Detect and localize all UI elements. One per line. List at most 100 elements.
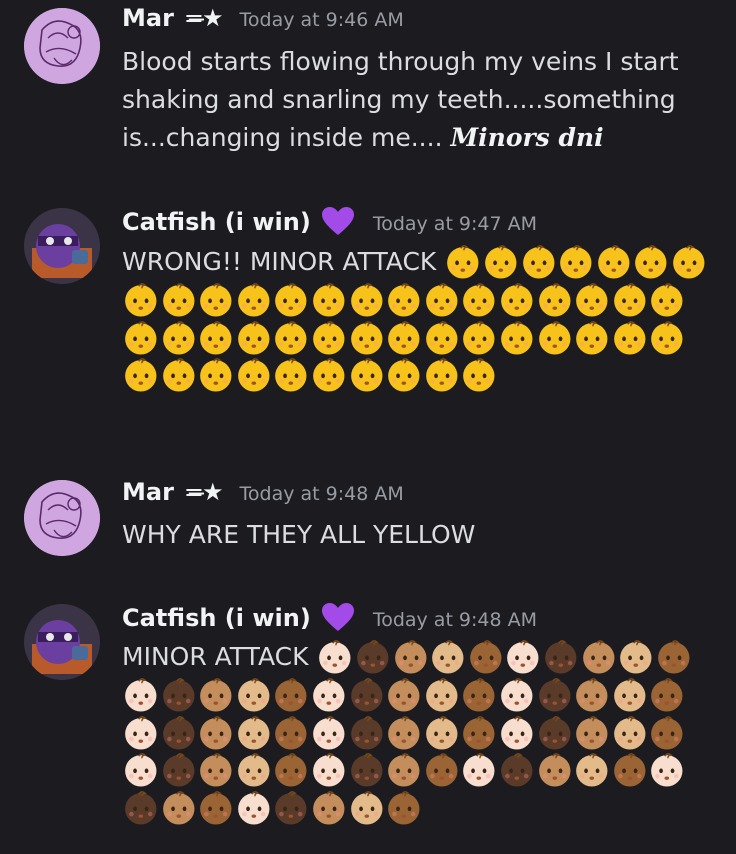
baby-emoji bbox=[272, 714, 310, 752]
message-content: MINOR ATTACK bbox=[122, 638, 722, 826]
baby-emoji bbox=[348, 714, 386, 752]
baby-emoji bbox=[460, 319, 498, 357]
baby-emoji bbox=[197, 789, 235, 827]
baby-emoji bbox=[611, 714, 649, 752]
baby-emoji bbox=[160, 714, 198, 752]
baby-emoji bbox=[160, 356, 198, 394]
baby-emoji bbox=[235, 751, 273, 789]
baby-emoji bbox=[272, 356, 310, 394]
baby-emoji bbox=[536, 751, 574, 789]
baby-emoji bbox=[316, 638, 354, 676]
baby-emoji bbox=[460, 714, 498, 752]
emoji-grid: MINOR ATTACK bbox=[122, 638, 722, 826]
timestamp: Today at 9:47 AM bbox=[372, 213, 538, 235]
baby-emoji bbox=[235, 281, 273, 319]
baby-emoji bbox=[385, 356, 423, 394]
baby-emoji bbox=[160, 319, 198, 357]
baby-emoji bbox=[423, 751, 461, 789]
baby-emoji bbox=[611, 281, 649, 319]
user-avatar[interactable] bbox=[24, 604, 100, 680]
baby-emoji bbox=[197, 319, 235, 357]
baby-emoji bbox=[536, 714, 574, 752]
baby-emoji bbox=[197, 714, 235, 752]
baby-emoji bbox=[235, 714, 273, 752]
baby-emoji bbox=[235, 356, 273, 394]
baby-emoji bbox=[272, 751, 310, 789]
baby-emoji bbox=[423, 714, 461, 752]
baby-emoji bbox=[160, 281, 198, 319]
baby-emoji bbox=[498, 714, 536, 752]
baby-emoji bbox=[272, 281, 310, 319]
baby-emoji bbox=[354, 638, 392, 676]
baby-emoji bbox=[272, 319, 310, 357]
baby-emoji bbox=[310, 789, 348, 827]
username-decoration: =̶★ bbox=[183, 478, 224, 506]
username[interactable]: Mar bbox=[122, 4, 174, 32]
user-avatar[interactable] bbox=[24, 208, 100, 284]
baby-emoji bbox=[498, 281, 536, 319]
message-fancy-text: Minors dni bbox=[450, 123, 604, 152]
baby-emoji bbox=[573, 751, 611, 789]
message-text: WRONG!! MINOR ATTACK bbox=[122, 247, 437, 276]
emoji-grid: WRONG!! MINOR ATTACK bbox=[122, 243, 722, 394]
message-content: Blood starts flowing through my veins I … bbox=[122, 43, 712, 157]
purple-heart-icon bbox=[321, 206, 355, 236]
baby-emoji bbox=[573, 714, 611, 752]
user-avatar[interactable] bbox=[24, 8, 100, 84]
baby-emoji bbox=[423, 356, 461, 394]
baby-emoji bbox=[460, 676, 498, 714]
baby-emoji bbox=[122, 676, 160, 714]
baby-emoji bbox=[460, 281, 498, 319]
baby-emoji bbox=[542, 638, 580, 676]
username[interactable]: Catfish (i win) bbox=[122, 208, 311, 236]
baby-emoji bbox=[122, 281, 160, 319]
baby-emoji bbox=[160, 751, 198, 789]
baby-emoji bbox=[611, 676, 649, 714]
timestamp: Today at 9:46 AM bbox=[239, 9, 404, 31]
baby-emoji bbox=[498, 676, 536, 714]
baby-emoji bbox=[235, 676, 273, 714]
baby-emoji bbox=[122, 319, 160, 357]
baby-emoji bbox=[648, 319, 686, 357]
baby-emoji bbox=[122, 714, 160, 752]
baby-emoji bbox=[460, 356, 498, 394]
baby-emoji bbox=[348, 281, 386, 319]
baby-emoji bbox=[310, 751, 348, 789]
baby-emoji bbox=[197, 281, 235, 319]
baby-emoji bbox=[385, 676, 423, 714]
baby-emoji bbox=[385, 319, 423, 357]
baby-emoji bbox=[482, 243, 520, 281]
baby-emoji bbox=[348, 319, 386, 357]
baby-emoji bbox=[348, 789, 386, 827]
message-text: WHY ARE THEY ALL YELLOW bbox=[122, 520, 476, 549]
username[interactable]: Catfish (i win) bbox=[122, 604, 311, 632]
baby-emoji bbox=[385, 751, 423, 789]
baby-emoji bbox=[160, 789, 198, 827]
baby-emoji bbox=[648, 676, 686, 714]
baby-emoji bbox=[348, 676, 386, 714]
baby-emoji bbox=[423, 319, 461, 357]
baby-emoji bbox=[573, 281, 611, 319]
baby-emoji bbox=[648, 714, 686, 752]
baby-emoji bbox=[655, 638, 693, 676]
baby-emoji bbox=[460, 751, 498, 789]
baby-emoji bbox=[348, 751, 386, 789]
baby-emoji bbox=[444, 243, 482, 281]
baby-emoji bbox=[385, 789, 423, 827]
baby-emoji bbox=[573, 319, 611, 357]
user-avatar[interactable] bbox=[24, 480, 100, 556]
baby-emoji bbox=[536, 319, 574, 357]
baby-emoji bbox=[122, 356, 160, 394]
message-text: MINOR ATTACK bbox=[122, 642, 309, 671]
baby-emoji bbox=[235, 319, 273, 357]
baby-emoji bbox=[235, 789, 273, 827]
purple-heart-icon bbox=[321, 602, 355, 632]
baby-emoji bbox=[197, 676, 235, 714]
baby-emoji bbox=[160, 676, 198, 714]
baby-emoji bbox=[310, 714, 348, 752]
baby-emoji bbox=[122, 751, 160, 789]
username[interactable]: Mar bbox=[122, 478, 174, 506]
baby-emoji bbox=[611, 751, 649, 789]
baby-emoji bbox=[611, 319, 649, 357]
baby-emoji bbox=[197, 751, 235, 789]
